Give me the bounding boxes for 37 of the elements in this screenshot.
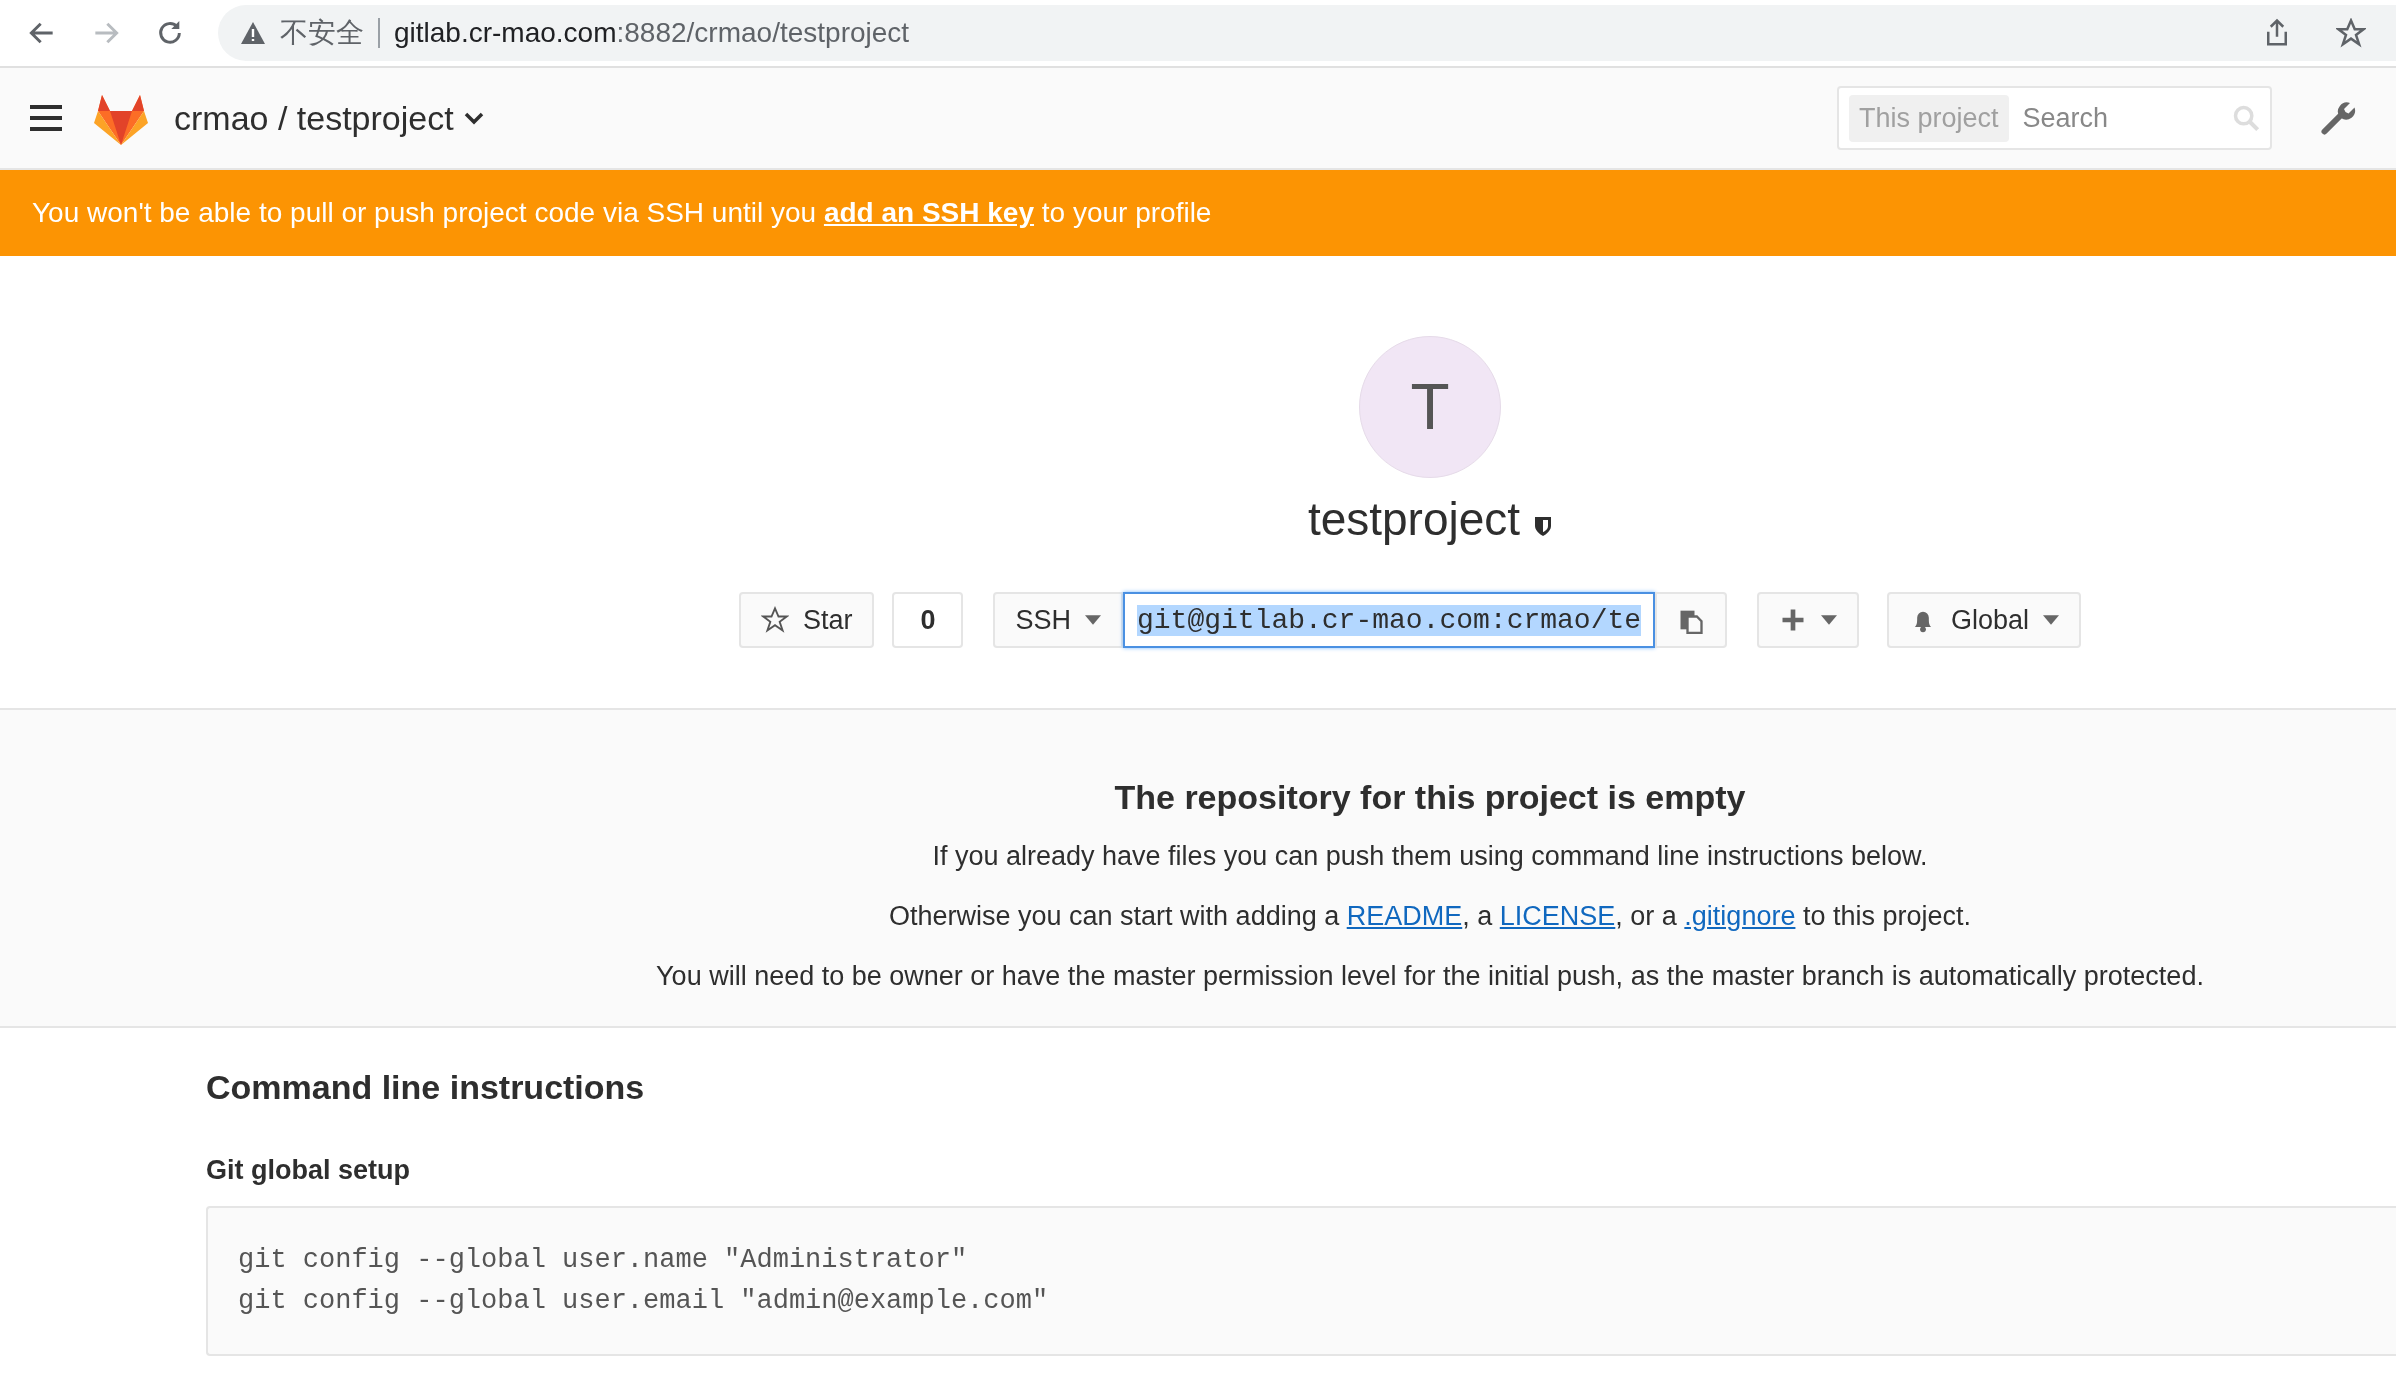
empty-repo-title: The repository for this project is empty bbox=[1114, 778, 1746, 817]
new-dropdown-button[interactable] bbox=[1757, 592, 1860, 648]
section-heading: Command line instructions bbox=[206, 1068, 646, 1107]
empty-repo-text: If you already have files you can push them using command line instructions below. bbox=[932, 841, 1928, 872]
menu-icon[interactable] bbox=[30, 104, 62, 132]
clone-url-field[interactable]: git@gitlab.cr-mao.com:crmao/te bbox=[1122, 592, 1656, 648]
template-file-link[interactable]: LICENSE bbox=[1499, 901, 1616, 931]
security-label: 不安全 bbox=[280, 16, 364, 50]
search-input[interactable]: Search bbox=[2020, 101, 2220, 135]
star-count[interactable]: 0 bbox=[892, 592, 964, 648]
star-outline-icon bbox=[760, 606, 789, 634]
star-button[interactable]: Star bbox=[738, 592, 875, 648]
notification-dropdown[interactable]: Global bbox=[1887, 592, 2082, 648]
chevron-down-icon[interactable] bbox=[463, 111, 484, 125]
address-bar[interactable]: 不安全 gitlab.cr-mao.com:8882/crmao/testproject bbox=[218, 5, 2396, 61]
protocol-dropdown[interactable]: SSH bbox=[993, 592, 1123, 648]
code-block: git config --global user.name "Administrator" git config --global user.email "admin@example.com" bbox=[206, 1206, 2396, 1356]
empty-repo-text: You will need to be owner or have the master permission level for the initial push, as the master branch is automatically protected. bbox=[656, 961, 2204, 992]
wrench-icon[interactable] bbox=[2320, 100, 2356, 136]
star-icon[interactable] bbox=[2336, 18, 2366, 48]
caret-icon bbox=[2043, 615, 2060, 625]
caret-icon bbox=[1821, 615, 1838, 625]
project-avatar: T bbox=[1359, 336, 1501, 478]
copy-url-button[interactable] bbox=[1655, 592, 1728, 648]
shield-icon bbox=[1534, 515, 1553, 537]
template-file-link[interactable]: .gitignore bbox=[1684, 901, 1796, 931]
url-text: gitlab.cr-mao.com:8882/crmao/testproject bbox=[394, 17, 910, 49]
search-icon bbox=[2232, 104, 2260, 132]
project-breadcrumb[interactable]: crmao / testproject bbox=[174, 98, 454, 138]
template-file-link[interactable]: README bbox=[1346, 901, 1463, 931]
project-name: testproject bbox=[1307, 492, 1521, 546]
caret-icon bbox=[1084, 615, 1101, 625]
empty-repo-text: Otherwise you can start with adding a README, a LICENSE, or a .gitignore to this project. bbox=[889, 901, 1971, 932]
subsection-heading: Git global setup bbox=[206, 1155, 411, 1186]
search-scope-chip: This project bbox=[1849, 94, 2009, 142]
warning-icon bbox=[240, 21, 266, 45]
ssh-warning-text: You won't be able to pull or push project code via SSH until you add an SSH key to your profile bbox=[32, 197, 1212, 229]
